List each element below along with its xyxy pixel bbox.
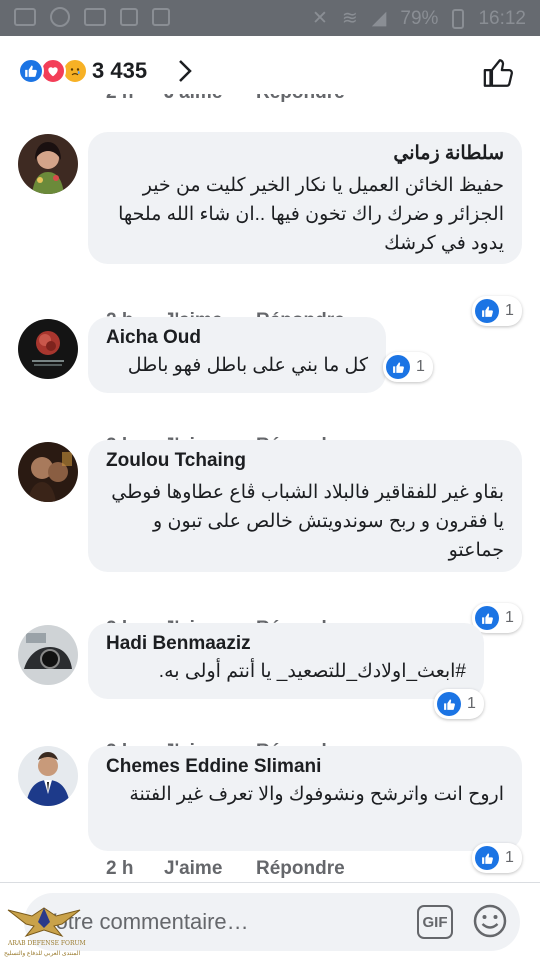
like-icon xyxy=(475,606,499,630)
status-bar: ✕ ≋ ◢ 79% 16:12 xyxy=(0,0,540,36)
comment-time: 2 h xyxy=(106,858,134,879)
gallery-icon xyxy=(84,8,106,26)
avatar[interactable] xyxy=(18,134,78,194)
comment-input-pill[interactable]: GIF xyxy=(24,893,520,951)
gif-button[interactable]: GIF xyxy=(417,905,453,939)
comment-reactions[interactable]: 1 xyxy=(472,603,522,633)
comment-bubble[interactable]: سلطانة زماني حفيظ الخائن العميل يا نكار … xyxy=(88,132,522,264)
emoji-button[interactable] xyxy=(472,903,508,939)
reaction-count: 1 xyxy=(416,358,425,375)
comment-reactions[interactable]: 1 xyxy=(434,689,484,719)
comment-text: حفيظ الخائن العميل يا نكار الخير كليت من… xyxy=(118,175,504,254)
mute-icon: ✕ xyxy=(311,8,328,29)
avatar[interactable] xyxy=(18,442,78,502)
like-icon xyxy=(475,299,499,323)
reaction-count: 1 xyxy=(467,695,476,712)
reaction-summary[interactable]: 3 435 xyxy=(18,58,147,84)
reaction-count: 1 xyxy=(505,849,514,866)
comment-actions: 2 h J'aime Répondre xyxy=(106,858,345,880)
like-icon xyxy=(475,846,499,870)
like-link[interactable]: J'aime xyxy=(164,94,222,104)
reaction-count: 3 435 xyxy=(92,58,148,83)
reply-link[interactable]: Répondre xyxy=(256,858,345,880)
signal-icon: ◢ xyxy=(371,8,387,29)
comment-bubble[interactable]: Hadi Benmaaziz #ابعث_اولادك_للتصعيد_ يا … xyxy=(88,623,484,699)
comment-author[interactable]: Chemes Eddine Slimani xyxy=(106,756,504,778)
thumbs-up-icon xyxy=(483,59,513,87)
watermark-name: ARAB DEFENSE FORUM xyxy=(8,940,86,947)
comment-bubble[interactable]: Aicha Oud كل ما بني على باطل فهو باطل xyxy=(88,317,386,393)
chevron-right-icon[interactable] xyxy=(172,58,198,84)
comment-text: #ابعث_اولادك_للتصعيد_ يا أنتم أولى به. xyxy=(158,661,466,682)
battery-percent: 79% xyxy=(400,7,439,29)
eagle-logo-icon xyxy=(7,907,81,938)
facebook-icon xyxy=(120,8,138,26)
avatar[interactable] xyxy=(18,319,78,379)
comment-reactions[interactable]: 1 xyxy=(472,296,522,326)
wifi-icon: ≋ xyxy=(341,8,358,29)
message-icon xyxy=(14,8,36,26)
like-post-button[interactable] xyxy=(482,56,516,90)
comment-reactions[interactable]: 1 xyxy=(383,352,433,382)
reaction-count: 1 xyxy=(505,302,514,319)
comment-text: كل ما بني على باطل فهو باطل xyxy=(127,355,368,376)
smiley-icon xyxy=(473,904,507,938)
comment-author[interactable]: Hadi Benmaaziz xyxy=(106,633,466,655)
comment-text: اروح انت واترشح ونشوفوك والا تعرف غير ال… xyxy=(129,784,504,805)
avatar[interactable] xyxy=(18,625,78,685)
reaction-count: 1 xyxy=(505,609,514,626)
like-icon xyxy=(437,692,461,716)
comment-author[interactable]: Aicha Oud xyxy=(106,327,368,349)
facebook-icon-2 xyxy=(152,8,170,26)
clock: 16:12 xyxy=(478,7,526,29)
comment-time: 2 h xyxy=(106,94,133,104)
previous-comment-actions: 2 h J'aime Répondre xyxy=(0,94,540,112)
comment-input[interactable] xyxy=(42,893,412,951)
gif-label: GIF xyxy=(422,913,448,931)
reply-link[interactable]: Répondre xyxy=(256,94,345,104)
comment-bubble[interactable]: Chemes Eddine Slimani اروح انت واترشح ون… xyxy=(88,746,522,851)
battery-icon xyxy=(452,8,465,29)
like-icon xyxy=(386,355,410,379)
comments-panel: 3 435 2 h J'aime Répondre سلطانة زماني ح… xyxy=(0,36,540,960)
like-icon xyxy=(18,58,44,84)
watermark-tagline: المنتدى العربي للدفاع والتسليح xyxy=(4,951,81,957)
comment-text: بقاو غير للفقاقير فالبلاد الشباب ڤاع عطا… xyxy=(111,482,504,561)
comment-bubble[interactable]: Zoulou Tchaing بقاو غير للفقاقير فالبلاد… xyxy=(88,440,522,572)
comment-reactions[interactable]: 1 xyxy=(472,843,522,873)
comment-author[interactable]: سلطانة زماني xyxy=(106,142,504,165)
comment-author[interactable]: Zoulou Tchaing xyxy=(106,450,504,472)
avatar[interactable] xyxy=(18,746,78,806)
like-link[interactable]: J'aime xyxy=(164,858,256,880)
messenger-icon xyxy=(50,7,70,27)
